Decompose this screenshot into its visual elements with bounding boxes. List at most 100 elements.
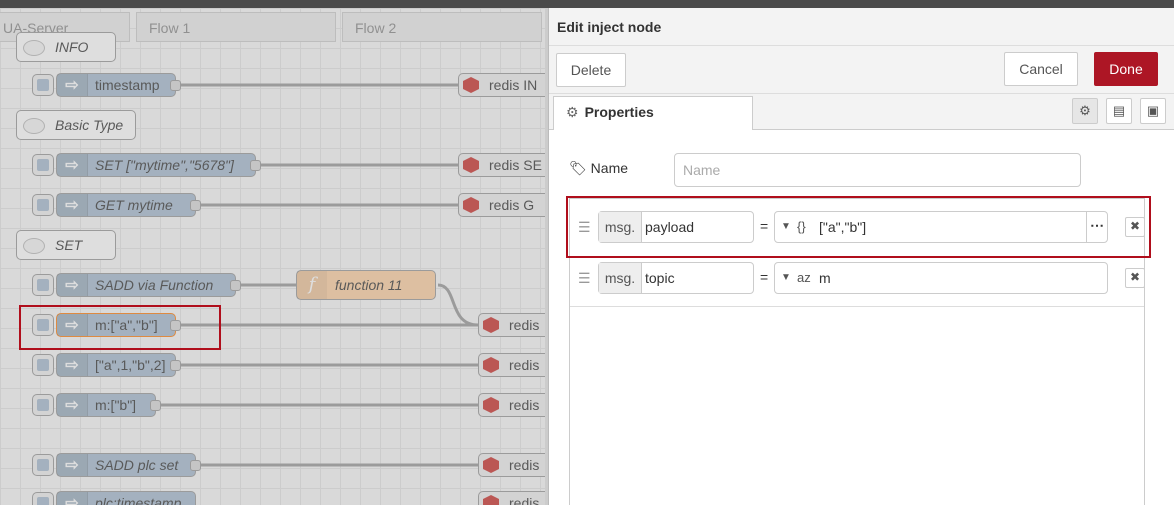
remove-row-close-icon[interactable]: ✖ <box>1125 268 1145 288</box>
redis-icon <box>483 317 499 333</box>
name-label: 🏷 Name <box>569 160 628 177</box>
inject-button[interactable] <box>32 354 54 376</box>
node-label: redis <box>509 457 540 473</box>
arrow-right-icon: ⇨ <box>57 194 88 216</box>
inject-node[interactable]: ⇨ GET mytime <box>56 193 201 217</box>
comment-label: Basic Type <box>55 117 124 133</box>
gear-icon: ⚙ <box>566 104 579 120</box>
property-row-topic: ☰ msg. topic = ▼ az m ✖ <box>570 256 1145 307</box>
arrow-right-icon: ⇨ <box>57 454 88 476</box>
output-port[interactable] <box>190 460 201 471</box>
inject-node[interactable]: ⇨ plc:timestamp <box>56 491 196 505</box>
top-bar <box>0 0 1174 8</box>
inject-node[interactable]: ⇨ SET ["mytime","5678"] <box>56 153 261 177</box>
redis-node[interactable]: redis <box>478 393 545 417</box>
redis-node[interactable]: redis G <box>458 193 545 217</box>
cancel-button[interactable]: Cancel <box>1004 52 1078 86</box>
done-button[interactable]: Done <box>1094 52 1158 86</box>
name-input[interactable] <box>674 153 1081 187</box>
wire <box>437 283 479 327</box>
redis-icon <box>463 197 479 213</box>
drag-handle-icon[interactable]: ☰ <box>578 270 591 287</box>
inject-button[interactable] <box>32 74 54 96</box>
redis-node[interactable]: redis SE <box>458 153 545 177</box>
redis-node[interactable]: redis IN <box>458 73 545 97</box>
node-label: redis <box>509 397 540 413</box>
flow-workspace[interactable]: UA-Server Flow 1 Flow 2 INFO Basic Type … <box>0 8 545 505</box>
node-label: redis IN <box>489 77 538 93</box>
node-label: function 11 <box>335 277 403 293</box>
comment-label: INFO <box>55 39 89 55</box>
redis-node[interactable]: redis <box>478 353 545 377</box>
delete-button[interactable]: Delete <box>556 53 626 87</box>
settings-gear-icon[interactable]: ⚙ <box>1072 98 1098 124</box>
redis-node[interactable]: redis <box>478 453 545 477</box>
equals-sign: = <box>760 269 769 285</box>
property-name: topic <box>645 270 675 286</box>
node-label: redis G <box>489 197 535 213</box>
inject-node[interactable]: ⇨ m:["b"] <box>56 393 161 417</box>
node-label: GET mytime <box>95 197 173 213</box>
node-label: SADD plc set <box>95 457 179 473</box>
inject-button[interactable] <box>32 454 54 476</box>
output-port[interactable] <box>250 160 261 171</box>
tray-toolbar: Delete Cancel Done <box>549 46 1174 94</box>
redis-icon <box>483 495 499 505</box>
inject-node[interactable]: ⇨ SADD plc set <box>56 453 201 477</box>
inject-button[interactable] <box>32 394 54 416</box>
node-label: timestamp <box>95 77 160 93</box>
node-label: redis <box>509 495 540 505</box>
comment-node-info[interactable]: INFO <box>16 32 116 62</box>
arrow-right-icon: ⇨ <box>57 154 88 176</box>
property-value-field[interactable]: ▼ az m <box>774 262 1108 294</box>
string-type-icon: az <box>797 270 811 285</box>
node-label: ["a",1,"b",2] <box>95 357 166 373</box>
arrow-right-icon: ⇨ <box>57 74 88 96</box>
node-label: SET ["mytime","5678"] <box>95 157 234 173</box>
name-label-text: Name <box>590 160 629 176</box>
inject-node[interactable]: ⇨ timestamp <box>56 73 181 97</box>
output-port[interactable] <box>170 360 181 371</box>
redis-node[interactable]: redis <box>478 313 545 337</box>
comment-icon <box>23 118 45 134</box>
inject-node[interactable]: ⇨ ["a",1,"b",2] <box>56 353 181 377</box>
inject-button[interactable] <box>32 492 54 505</box>
tab-label: Properties <box>584 104 654 120</box>
comment-label: SET <box>55 237 83 253</box>
tab-properties[interactable]: ⚙ Properties <box>553 96 753 130</box>
function-node[interactable]: f function 11 <box>296 270 436 300</box>
node-label: SADD via Function <box>95 277 214 293</box>
arrow-right-icon: ⇨ <box>57 394 88 416</box>
comment-node-set[interactable]: SET <box>16 230 116 260</box>
redis-icon <box>463 157 479 173</box>
output-port[interactable] <box>190 200 201 211</box>
arrow-right-icon: ⇨ <box>57 492 88 505</box>
redis-node[interactable]: redis <box>478 491 545 505</box>
description-icon[interactable]: ▤ <box>1106 98 1132 124</box>
redis-icon <box>483 357 499 373</box>
caret-down-icon[interactable]: ▼ <box>781 263 791 293</box>
comment-node-basic-type[interactable]: Basic Type <box>16 110 136 140</box>
function-icon: f <box>297 271 327 299</box>
output-port[interactable] <box>230 280 241 291</box>
inject-button[interactable] <box>32 194 54 216</box>
output-port[interactable] <box>150 400 161 411</box>
node-label: redis <box>509 317 540 333</box>
tray-tabs: ⚙ Properties ⚙ ▤ ▣ <box>549 94 1174 130</box>
property-name-field[interactable]: msg. topic <box>598 262 754 294</box>
comment-icon <box>23 238 45 254</box>
arrow-right-icon: ⇨ <box>57 274 88 296</box>
appearance-icon[interactable]: ▣ <box>1140 98 1166 124</box>
inject-node[interactable]: ⇨ SADD via Function <box>56 273 241 297</box>
property-value: m <box>819 270 831 286</box>
inject-button[interactable] <box>32 154 54 176</box>
inject-button[interactable] <box>32 274 54 296</box>
tag-icon: 🏷 <box>569 160 587 176</box>
redis-icon <box>463 77 479 93</box>
redis-icon <box>483 397 499 413</box>
highlight-box <box>19 305 221 350</box>
comment-icon <box>23 40 45 56</box>
node-label: redis SE <box>489 157 542 173</box>
highlight-box <box>566 196 1151 258</box>
output-port[interactable] <box>170 80 181 91</box>
